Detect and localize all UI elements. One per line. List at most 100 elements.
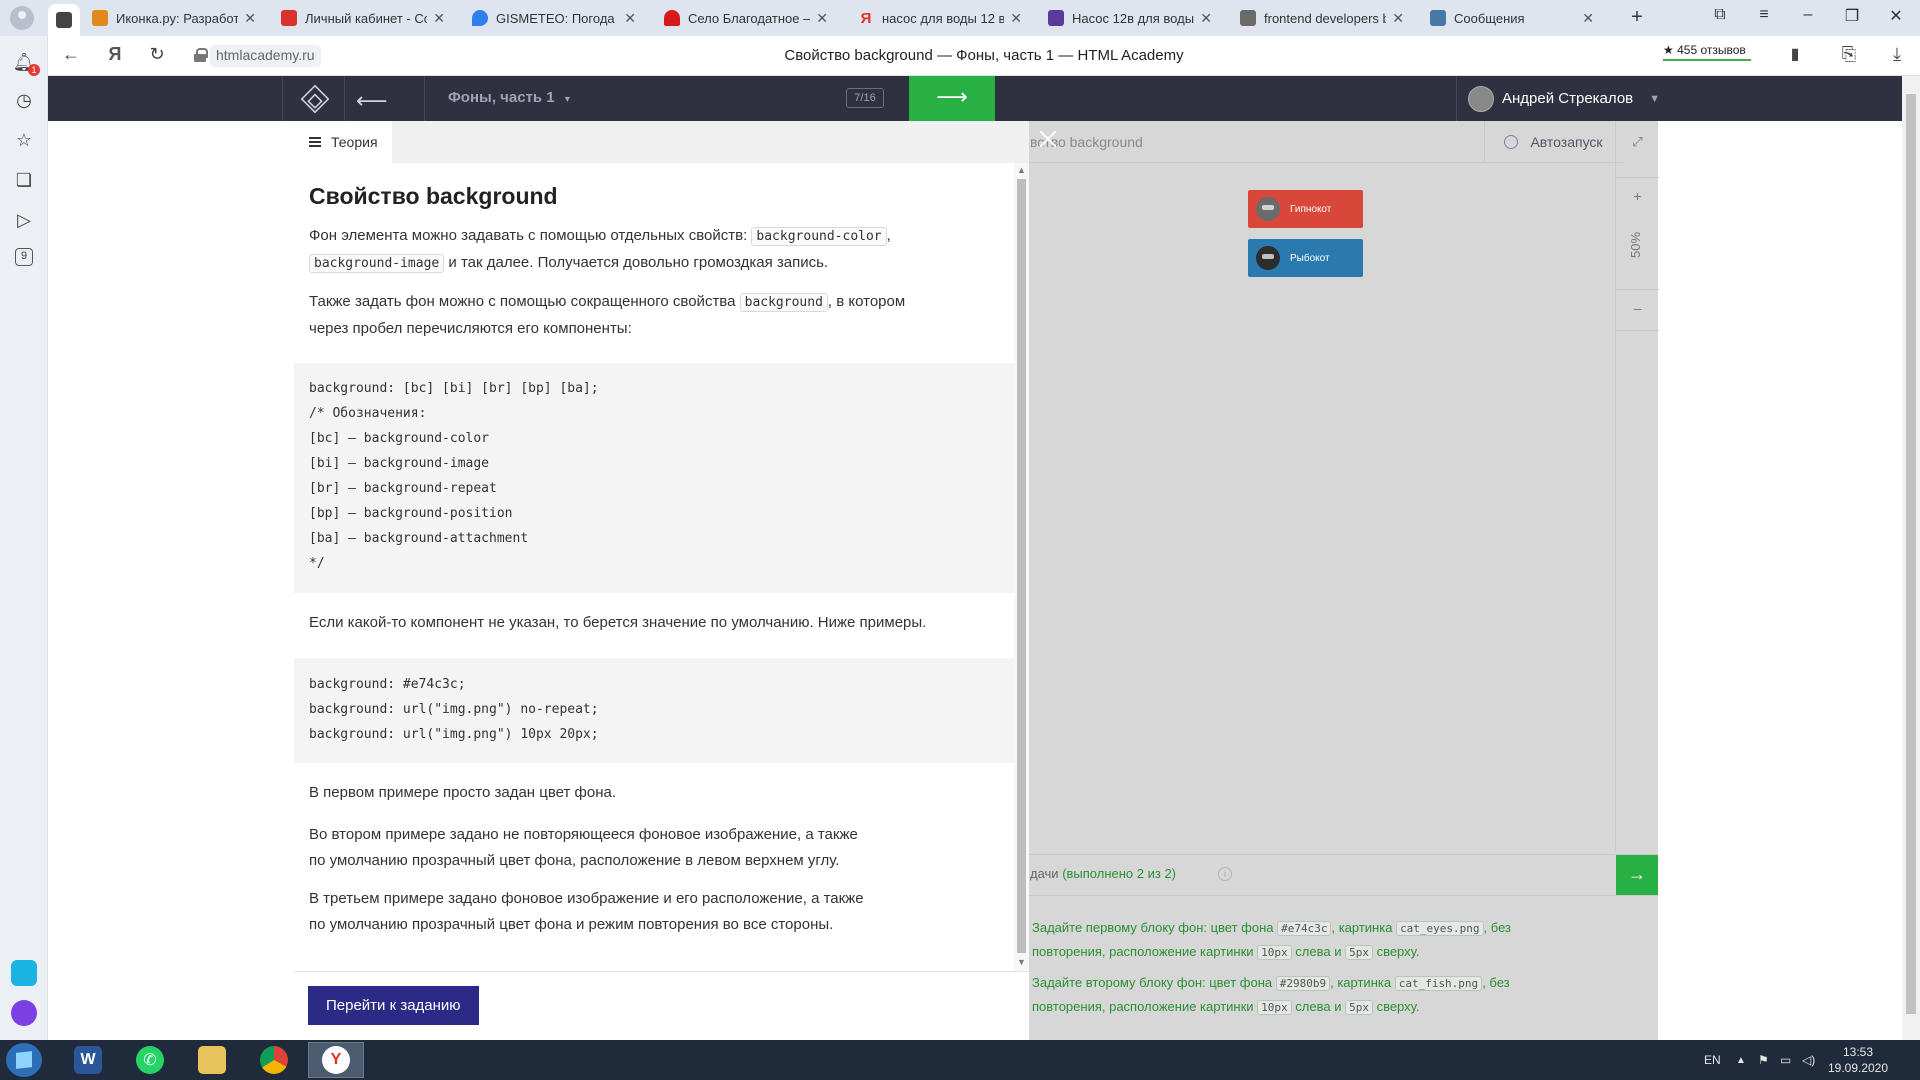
code-chip: 5px <box>1345 945 1373 960</box>
profile-icon[interactable] <box>10 6 34 30</box>
tab-messages[interactable]: Сообщения ✕ <box>1422 4 1602 32</box>
page-scrollbar[interactable] <box>1902 76 1920 1040</box>
scroll-thumb[interactable] <box>1017 179 1026 953</box>
chart-icon <box>1240 10 1256 26</box>
modal-tab-bar: Теория <box>294 121 1029 163</box>
scroll-down-icon[interactable]: ▼ <box>1017 957 1026 967</box>
menu-icon[interactable]: ≡ <box>1752 6 1776 24</box>
tab-close-icon[interactable]: ✕ <box>433 10 445 27</box>
autorun-button[interactable]: Автозапуск <box>1484 121 1622 163</box>
tray-expand-icon[interactable]: ▲ <box>1736 1040 1746 1080</box>
user-menu[interactable]: Андрей Стрекалов ▼ <box>1468 76 1660 121</box>
zoom-controls: ⤢ + – <box>1615 121 1659 851</box>
yandex-browser-app[interactable]: Y <box>308 1042 364 1078</box>
minimize-icon[interactable]: – <box>1796 6 1820 24</box>
reviews-badge[interactable]: ★ 455 отзывов <box>1663 43 1751 61</box>
volume-icon[interactable]: ◁) <box>1802 1040 1815 1080</box>
page-title: Свойство background — Фоны, часть 1 — HT… <box>784 47 1184 64</box>
flag-icon[interactable]: ⚑ <box>1758 1040 1769 1080</box>
tab-close-icon[interactable]: ✕ <box>244 10 256 27</box>
drop-icon <box>472 10 488 26</box>
restore-icon[interactable]: ❐ <box>1840 6 1864 26</box>
tab-list-icon[interactable]: ⧉ <box>1708 6 1732 24</box>
language-indicator[interactable]: EN <box>1704 1040 1721 1080</box>
course-dropdown[interactable]: Фоны, часть 1 ▾ <box>448 89 570 106</box>
clock-date: 19.09.2020 <box>1827 1061 1889 1075</box>
user-name: Андрей Стрекалов <box>1502 90 1634 107</box>
tab-close-icon[interactable]: ✕ <box>624 10 636 27</box>
next-task-button[interactable]: → <box>1616 855 1658 895</box>
tab-close-icon[interactable]: ✕ <box>1200 10 1212 27</box>
download-icon[interactable]: ⤓ <box>1886 44 1908 65</box>
tab-title: Насос 12в для воды в <box>1072 10 1195 26</box>
demo-label: Гипнокот <box>1290 203 1332 215</box>
tab-iconka[interactable]: Иконка.ру: Разработк ✕ <box>84 4 264 32</box>
tab-selo[interactable]: Село Благодатное — ✕ <box>656 4 836 32</box>
cat-fish-icon <box>1256 246 1280 270</box>
play-icon[interactable]: ▷ <box>12 208 36 232</box>
course-title: Фоны, часть 1 <box>448 89 555 106</box>
tab-theory[interactable]: Теория <box>294 121 392 163</box>
code-example-values: background: #e74c3c; background: url("im… <box>294 658 1014 763</box>
messenger-icon[interactable] <box>11 960 37 986</box>
whatsapp-app[interactable]: ✆ <box>122 1042 178 1078</box>
scroll-up-icon[interactable]: ▲ <box>1017 165 1026 175</box>
start-button[interactable] <box>6 1043 42 1077</box>
tab-close-icon[interactable]: ✕ <box>1392 10 1404 27</box>
collections-icon[interactable]: ❏ <box>12 168 36 192</box>
theory-content: Свойство background Фон элемента можно з… <box>294 163 1014 971</box>
demo-block-hypnocat: Гипнокот <box>1248 190 1363 228</box>
theory-paragraph: В первом примере просто задан цвет фона. <box>309 784 616 801</box>
tab-close-icon[interactable]: ✕ <box>1010 10 1022 27</box>
chrome-app[interactable] <box>246 1042 302 1078</box>
modal-scrollbar[interactable]: ▲ ▼ <box>1014 163 1029 971</box>
zoom-in-button[interactable]: + <box>1616 177 1659 219</box>
task-item: Задайте первому блоку фон: цвет фона #e7… <box>1032 920 1511 960</box>
inline-code: background <box>739 293 828 312</box>
tab-frontend[interactable]: frontend developers b ✕ <box>1232 4 1412 32</box>
notification-badge: 1 <box>28 64 40 76</box>
history-icon[interactable]: ◷ <box>12 88 36 112</box>
avatar <box>1468 85 1494 112</box>
zoom-out-button[interactable]: – <box>1616 289 1659 331</box>
go-to-task-button[interactable]: Перейти к заданию <box>308 986 479 1025</box>
reviews-bar <box>1663 59 1751 61</box>
tab-htmlacademy[interactable] <box>48 4 80 36</box>
scroll-thumb[interactable] <box>1906 94 1916 1014</box>
tab-title: GISMETEO: Погода в Б <box>496 10 618 26</box>
tab-close-icon[interactable]: ✕ <box>1582 10 1594 27</box>
autorun-label: Автозапуск <box>1530 134 1603 150</box>
info-icon[interactable]: i <box>1218 867 1232 881</box>
theory-modal: Теория Свойство background Фон элемента … <box>294 121 1029 1040</box>
yandex-browser-icon: Y <box>322 1046 350 1074</box>
academy-logo-icon[interactable] <box>300 84 330 114</box>
close-icon[interactable] <box>1038 129 1058 149</box>
code-chip: cat_fish.png <box>1394 976 1483 991</box>
expand-icon[interactable]: ⤢ <box>1616 134 1659 150</box>
word-app[interactable]: W <box>60 1042 116 1078</box>
counter-icon[interactable]: 9 <box>15 248 33 266</box>
tab-nasos-12v[interactable]: Насос 12в для воды в ✕ <box>1040 4 1220 32</box>
cat-eyes-icon <box>1256 197 1280 221</box>
prev-lesson-icon[interactable]: ⟵ <box>356 88 388 114</box>
star-icon[interactable]: ☆ <box>12 128 36 152</box>
close-window-icon[interactable]: ✕ <box>1884 6 1908 26</box>
next-lesson-button[interactable]: ⟶ <box>909 76 995 121</box>
browser-tab-strip: Иконка.ру: Разработк ✕ Личный кабинет - … <box>0 0 1920 36</box>
network-icon[interactable]: ▭ <box>1780 1040 1791 1080</box>
bookmark-icon[interactable]: ▮ <box>1784 44 1806 64</box>
translate-icon[interactable]: ⎘ <box>1838 44 1860 65</box>
alice-icon[interactable] <box>11 1000 37 1026</box>
explorer-app[interactable] <box>184 1042 240 1078</box>
tab-nasos-yandex[interactable]: Я насос для воды 12 во ✕ <box>850 4 1030 32</box>
clock[interactable]: 13:53 19.09.2020 <box>1818 1044 1898 1076</box>
theory-paragraph: Во втором примере задано не повторяющеес… <box>309 826 858 869</box>
tab-close-icon[interactable]: ✕ <box>816 10 828 27</box>
tab-gismeteo[interactable]: GISMETEO: Погода в Б ✕ <box>464 4 644 32</box>
reviews-text: ★ 455 отзывов <box>1663 43 1746 57</box>
inline-code: background-image <box>309 254 445 273</box>
umbrella-icon <box>664 10 680 26</box>
tab-cabinet[interactable]: Личный кабинет - Со ✕ <box>273 4 453 32</box>
clock-time: 13:53 <box>1842 1045 1874 1059</box>
new-tab-button[interactable]: + <box>1625 6 1649 29</box>
